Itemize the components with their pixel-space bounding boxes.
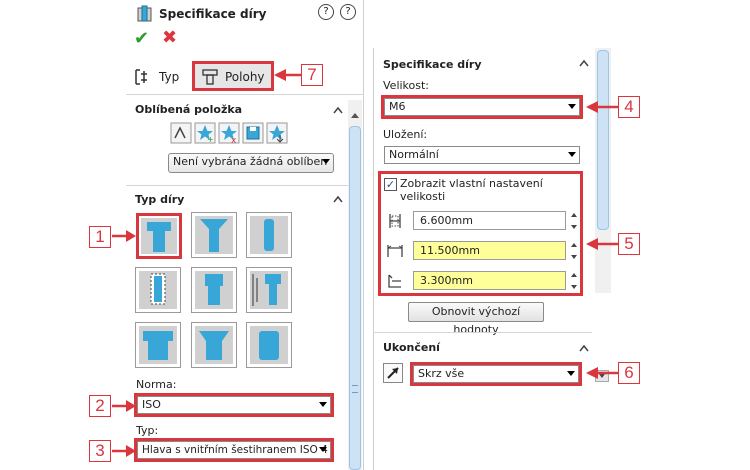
- slot-button[interactable]: [246, 322, 292, 368]
- counterbore-hole-button[interactable]: [136, 213, 182, 259]
- hole-spec-section-title: Specifikace díry: [383, 58, 482, 71]
- slot-icon: [250, 326, 288, 364]
- legacy-hole-button[interactable]: [246, 267, 292, 313]
- scroll-grip-icon: [352, 385, 358, 393]
- divider: [374, 332, 592, 333]
- type-label: Typ:: [136, 424, 159, 437]
- legacy-hole-icon: [250, 271, 288, 309]
- arrow-icon: [586, 238, 618, 250]
- divider: [126, 94, 364, 95]
- countersink-slot-icon: [195, 326, 233, 364]
- counterbore-slot-button[interactable]: [135, 322, 181, 368]
- arrow-icon: [112, 445, 136, 457]
- load-favorite-icon[interactable]: [266, 122, 288, 144]
- reset-defaults-button[interactable]: Obnovit výchozí hodnoty: [408, 302, 544, 336]
- favorites-select-value: Není vybrána žádná oblíben: [173, 155, 328, 168]
- add-favorite-icon[interactable]: +: [194, 122, 216, 144]
- callout-1: 1: [89, 226, 111, 248]
- highlight-custom-size: [378, 171, 583, 296]
- diagonal-arrow-icon: [387, 367, 399, 379]
- countersink-slot-button[interactable]: [191, 322, 237, 368]
- countersink-icon: [195, 216, 233, 254]
- tab-type[interactable]: Typ: [130, 64, 192, 90]
- svg-text:+: +: [207, 135, 214, 144]
- help-icon[interactable]: ?: [340, 4, 356, 20]
- favorites-toolbar: + x: [170, 122, 290, 146]
- reverse-direction-icon[interactable]: [383, 363, 403, 383]
- scroll-up-icon[interactable]: [350, 111, 360, 119]
- arrow-icon: [274, 69, 302, 81]
- highlight-type: [134, 438, 334, 462]
- counterbore-icon: [141, 218, 177, 254]
- chevron-down-icon: [322, 159, 330, 164]
- highlight-end-condition: [410, 362, 582, 386]
- chevron-down-icon: [568, 152, 576, 157]
- tapped-hole-icon: [139, 271, 177, 309]
- callout-3: 3: [89, 440, 111, 462]
- collapse-chevron-icon[interactable]: [579, 344, 589, 352]
- end-condition-section-title: Ukončení: [383, 341, 440, 354]
- hole-wizard-icon: [137, 5, 152, 22]
- fit-select[interactable]: Normální: [384, 146, 580, 164]
- ok-checkmark-icon[interactable]: ✔: [134, 28, 149, 49]
- right-scrollbar-thumb[interactable]: [597, 50, 609, 230]
- tapped-hole-button[interactable]: [135, 267, 181, 313]
- arrow-icon: [112, 400, 136, 412]
- pipe-tap-icon: [195, 271, 233, 309]
- collapse-chevron-icon[interactable]: [333, 106, 343, 114]
- arrow-icon: [586, 101, 618, 113]
- favorites-select[interactable]: Není vybrána žádná oblíben: [168, 153, 334, 173]
- collapse-chevron-icon[interactable]: [579, 59, 589, 67]
- countersink-hole-button[interactable]: [191, 212, 237, 258]
- callout-6: 6: [618, 362, 640, 384]
- hole-type-grid: [135, 212, 305, 372]
- svg-text:x: x: [231, 136, 237, 144]
- callout-5: 5: [618, 233, 640, 255]
- callout-2: 2: [89, 395, 111, 417]
- fit-label: Uložení:: [383, 128, 428, 141]
- divider: [126, 185, 348, 186]
- simple-hole-icon: [250, 216, 288, 254]
- highlight-norm: [134, 393, 334, 417]
- hole-type-section-title: Typ díry: [135, 193, 185, 206]
- panel-title: Specifikace díry: [159, 7, 267, 21]
- simple-hole-button[interactable]: [246, 212, 292, 258]
- apply-defaults-icon[interactable]: [170, 122, 192, 144]
- size-label: Velikost:: [383, 79, 430, 92]
- callout-7: 7: [301, 64, 323, 86]
- cancel-x-icon[interactable]: ✖: [162, 27, 177, 48]
- left-property-panel: Specifikace díry ? ? ✔ ✖ Typ Polohy Oblí…: [126, 0, 364, 470]
- delete-favorite-icon[interactable]: x: [218, 122, 240, 144]
- pipe-tap-hole-button[interactable]: [191, 267, 237, 313]
- highlight-size: [381, 95, 583, 119]
- left-scrollbar-thumb[interactable]: [349, 126, 361, 470]
- collapse-chevron-icon[interactable]: [333, 195, 343, 203]
- help-icon[interactable]: ?: [318, 4, 334, 20]
- callout-4: 4: [618, 96, 640, 118]
- arrow-icon: [112, 230, 136, 242]
- fit-select-value: Normální: [389, 148, 439, 161]
- right-property-panel: Specifikace díry Velikost: M6 Uložení: N…: [373, 48, 611, 470]
- highlight-positions-tab: [192, 61, 274, 91]
- favorites-section-title: Oblíbená položka: [135, 103, 243, 116]
- arrow-icon: [586, 367, 618, 379]
- hole-type-icon: [135, 69, 147, 85]
- save-favorite-icon[interactable]: [242, 122, 264, 144]
- counterbore-slot-icon: [139, 326, 177, 364]
- tab-type-label: Typ: [159, 70, 180, 84]
- norm-label: Norma:: [136, 378, 177, 391]
